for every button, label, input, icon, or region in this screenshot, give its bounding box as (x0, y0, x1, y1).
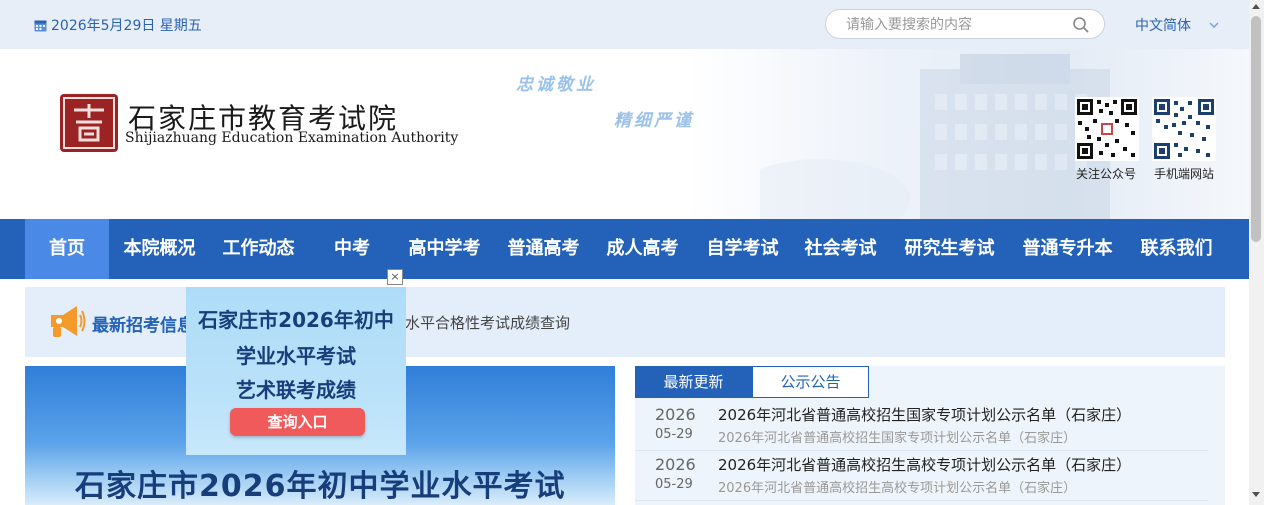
logo-seal-icon (60, 94, 118, 152)
popup-line-2: 学业水平考试 (236, 344, 356, 368)
news-year: 2026 (655, 455, 696, 474)
scrollbar-thumb[interactable] (1251, 16, 1261, 242)
nav-item-gaokao[interactable]: 普通高考 (497, 219, 590, 279)
news-title[interactable]: 2026年河北省普通高校招生国家专项计划公示名单（石家庄） (718, 404, 1131, 425)
scroll-up-arrow-icon[interactable] (1252, 4, 1260, 9)
nav-item-about[interactable]: 本院概况 (112, 219, 207, 279)
nav-item-home[interactable]: 首页 (25, 219, 109, 279)
news-date: 05-29 (655, 427, 693, 442)
current-date: 2026年5月29日 星期五 (34, 15, 202, 35)
nav-item-self-study-exam[interactable]: 自学考试 (696, 219, 789, 279)
nav-item-contact[interactable]: 联系我们 (1130, 219, 1223, 279)
page-scrollbar[interactable] (1249, 0, 1264, 505)
news-list-item[interactable]: 2026 05-29 2026年河北省普通高校招生高校专项计划公示名单（石家庄）… (635, 451, 1208, 501)
news-title[interactable]: 2026年河北省普通高校招生高校专项计划公示名单（石家庄） (718, 454, 1131, 475)
top-bar: 2026年5月29日 星期五 中文简体 (0, 0, 1249, 49)
popup-close-button[interactable]: × (387, 269, 403, 285)
main-navigation: 首页 本院概况 工作动态 中考 高中学考 普通高考 成人高考 自学考试 社会考试… (0, 219, 1249, 279)
news-panel: 最新更新 公示公告 2026 05-29 2026年河北省普通高校招生国家专项计… (635, 366, 1225, 505)
news-date: 05-29 (655, 477, 693, 492)
search-icon[interactable] (1072, 16, 1090, 34)
query-entry-button[interactable]: 查询入口 (230, 408, 365, 436)
qr-mobile-site-label: 手机端网站 (1154, 167, 1215, 181)
nav-item-high-school-exam[interactable]: 高中学考 (398, 219, 491, 279)
language-selector[interactable]: 中文简体 (1135, 15, 1219, 35)
search-box[interactable] (825, 9, 1105, 39)
nav-item-zhongkao[interactable]: 中考 (306, 219, 398, 279)
language-label[interactable]: 中文简体 (1135, 15, 1191, 35)
scroll-down-arrow-icon[interactable] (1252, 492, 1260, 497)
qr-code-official-account-icon (1075, 97, 1139, 161)
tab-announcements[interactable]: 公示公告 (752, 366, 869, 398)
calendar-icon (34, 20, 47, 31)
tab-latest-updates[interactable]: 最新更新 (635, 366, 752, 398)
qr-official-account-label: 关注公众号 (1076, 167, 1137, 181)
slogan-loyalty: 忠诚敬业 (516, 75, 596, 95)
date-text: 2026年5月29日 星期五 (51, 18, 202, 34)
popup-line-3: 艺术联考成绩 (236, 378, 356, 402)
news-subtitle: 2026年河北省普通高校招生国家专项计划公示名单（石家庄） (718, 431, 1077, 446)
search-input[interactable] (846, 14, 1066, 36)
popup-line-1: 石家庄市2026年初中 (198, 308, 394, 332)
logo-english-name: Shijiazhuang Education Examination Autho… (125, 130, 459, 146)
megaphone-icon (51, 306, 86, 337)
qr-code-mobile-site-icon (1152, 97, 1216, 161)
chevron-down-icon[interactable] (1209, 22, 1219, 28)
slogan-precision: 精细严谨 (614, 111, 694, 131)
floating-ad-popup[interactable]: 石家庄市2026年初中 学业水平考试 艺术联考成绩 查询入口 (186, 287, 406, 455)
nav-item-postgraduate-exam[interactable]: 研究生考试 (893, 219, 1006, 279)
nav-item-adult-exam[interactable]: 成人高考 (596, 219, 689, 279)
nav-item-upgrade-exam[interactable]: 普通专升本 (1011, 219, 1124, 279)
header-banner: 石家庄市教育考试院 Shijiazhuang Education Examina… (0, 49, 1249, 219)
news-subtitle: 2026年河北省普通高校招生高校专项计划公示名单（石家庄） (718, 481, 1077, 496)
news-list-item[interactable]: 2026 05-29 2026年河北省普通高校招生国家专项计划公示名单（石家庄）… (635, 401, 1208, 451)
notice-link[interactable]: 水平合格性考试成绩查询 (405, 312, 570, 333)
news-year: 2026 (655, 405, 696, 424)
carousel-title[interactable]: 石家庄市2026年初中学业水平考试 (75, 461, 566, 505)
notice-title: 最新招考信息 (92, 316, 194, 336)
nav-item-work-news[interactable]: 工作动态 (211, 219, 306, 279)
nav-item-social-exam[interactable]: 社会考试 (794, 219, 887, 279)
